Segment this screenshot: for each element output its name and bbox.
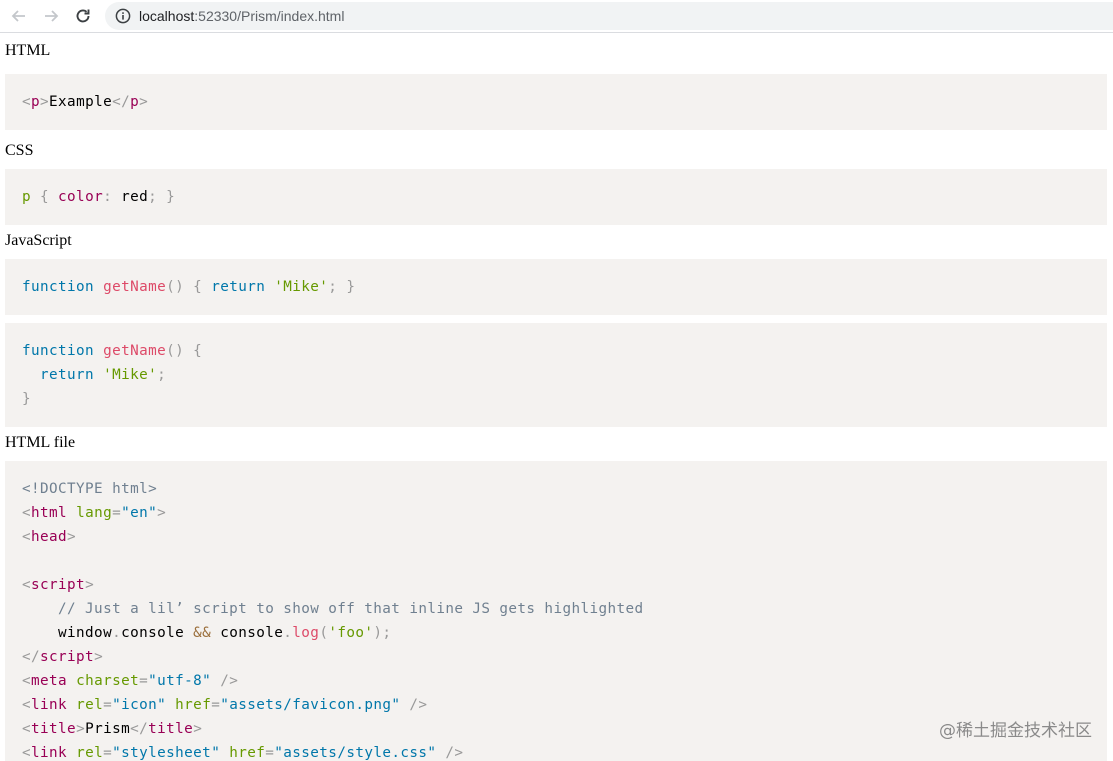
forward-icon	[45, 10, 59, 22]
address-bar[interactable]: localhost:52330/Prism/index.html	[105, 2, 1113, 30]
heading-html-file: HTML file	[5, 434, 76, 451]
url-text: localhost:52330/Prism/index.html	[139, 8, 344, 24]
back-icon	[11, 10, 25, 22]
url-path: :52330/Prism/index.html	[194, 8, 345, 24]
forward-button[interactable]	[38, 3, 64, 29]
browser-toolbar: localhost:52330/Prism/index.html	[0, 0, 1113, 33]
reload-button[interactable]	[70, 3, 96, 29]
heading-javascript: JavaScript	[5, 232, 72, 249]
url-host: localhost	[139, 8, 195, 24]
code-block-html: <p>Example</p>	[5, 74, 1107, 130]
info-icon[interactable]	[115, 8, 131, 24]
heading-html: HTML	[5, 42, 51, 59]
watermark: @稀土掘金技术社区	[939, 721, 1092, 741]
code-block-css: p { color: red; }	[5, 169, 1107, 225]
back-button[interactable]	[6, 3, 32, 29]
reload-icon	[76, 9, 90, 23]
code-block-js-multiline: function getName() { return 'Mike'; }	[5, 323, 1107, 427]
code-block-js-inline: function getName() { return 'Mike'; }	[5, 259, 1107, 315]
heading-css: CSS	[5, 142, 34, 159]
